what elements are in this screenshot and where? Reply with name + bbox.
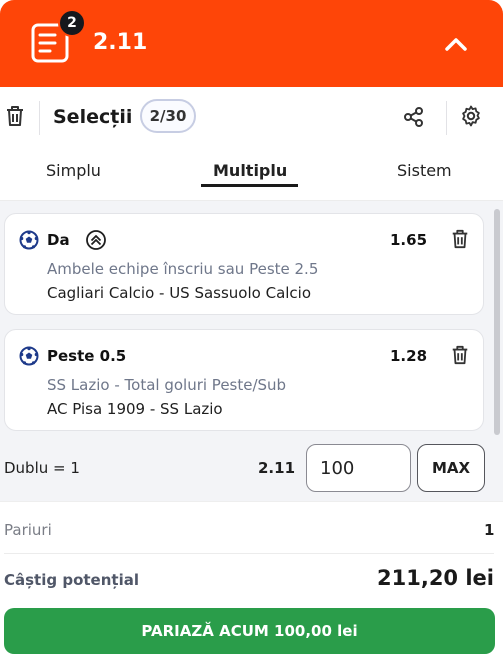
selections-count-pill: 2/30 <box>140 99 196 133</box>
selection-count-badge: 2 <box>58 9 86 37</box>
selection-odds: 1.65 <box>390 231 428 249</box>
selection-card: Da 1.65 Ambele echipe înscriu sau Peste … <box>4 213 484 315</box>
combination-odds: 2.11 <box>258 459 296 477</box>
selections-title: Selecții <box>53 106 133 128</box>
football-icon <box>19 346 39 366</box>
toolbar-divider <box>446 101 447 135</box>
header-total-odds: 2.11 <box>93 30 148 55</box>
selection-pick: Peste 0.5 <box>47 347 127 365</box>
football-icon <box>19 230 39 250</box>
tab-sistem[interactable]: Sistem <box>397 161 452 180</box>
betslip-header[interactable]: 2 2.11 <box>0 0 503 87</box>
selection-event: AC Pisa 1909 - SS Lazio <box>47 400 223 418</box>
stake-input[interactable] <box>306 444 411 492</box>
active-tab-indicator <box>201 184 298 187</box>
potential-win-label: Câștig potențial <box>4 571 139 589</box>
selection-event: Cagliari Calcio - US Sassuolo Calcio <box>47 284 312 302</box>
selections-toolbar: Selecții 2/30 <box>0 87 503 149</box>
bets-count-value: 1 <box>484 521 495 539</box>
max-stake-button[interactable]: MAX <box>417 444 485 492</box>
summary-divider <box>4 553 494 554</box>
chevron-up-icon[interactable] <box>436 24 476 64</box>
tab-multiplu[interactable]: Multiplu <box>213 161 287 180</box>
bets-count-label: Pariuri <box>4 521 52 539</box>
combination-label: Dublu = 1 <box>4 459 80 477</box>
selection-odds: 1.28 <box>390 347 428 365</box>
bet-type-tabs: Simplu Multiplu Sistem <box>0 149 503 201</box>
potential-win-value: 211,20 lei <box>377 566 494 590</box>
gear-icon[interactable] <box>460 105 482 127</box>
trash-icon[interactable] <box>450 344 470 366</box>
bet-summary: Pariuri 1 Câștig potențial 211,20 lei PA… <box>0 501 503 663</box>
selection-card: Peste 0.5 1.28 SS Lazio - Total goluri P… <box>4 329 484 431</box>
trash-icon[interactable] <box>450 228 470 250</box>
scrollbar[interactable] <box>494 209 500 435</box>
toolbar-divider <box>39 101 40 135</box>
stake-row: Dublu = 1 2.11 MAX <box>0 440 503 496</box>
place-bet-button[interactable]: PARIAZĂ ACUM 100,00 lei <box>4 608 495 654</box>
selection-market: SS Lazio - Total goluri Peste/Sub <box>47 376 287 394</box>
trash-icon[interactable] <box>4 104 26 128</box>
selection-market: Ambele echipe înscriu sau Peste 2.5 <box>47 260 319 278</box>
share-icon[interactable] <box>403 106 425 128</box>
selection-pick: Da <box>47 231 70 249</box>
tab-simplu[interactable]: Simplu <box>46 161 101 180</box>
boost-icon <box>86 230 106 250</box>
